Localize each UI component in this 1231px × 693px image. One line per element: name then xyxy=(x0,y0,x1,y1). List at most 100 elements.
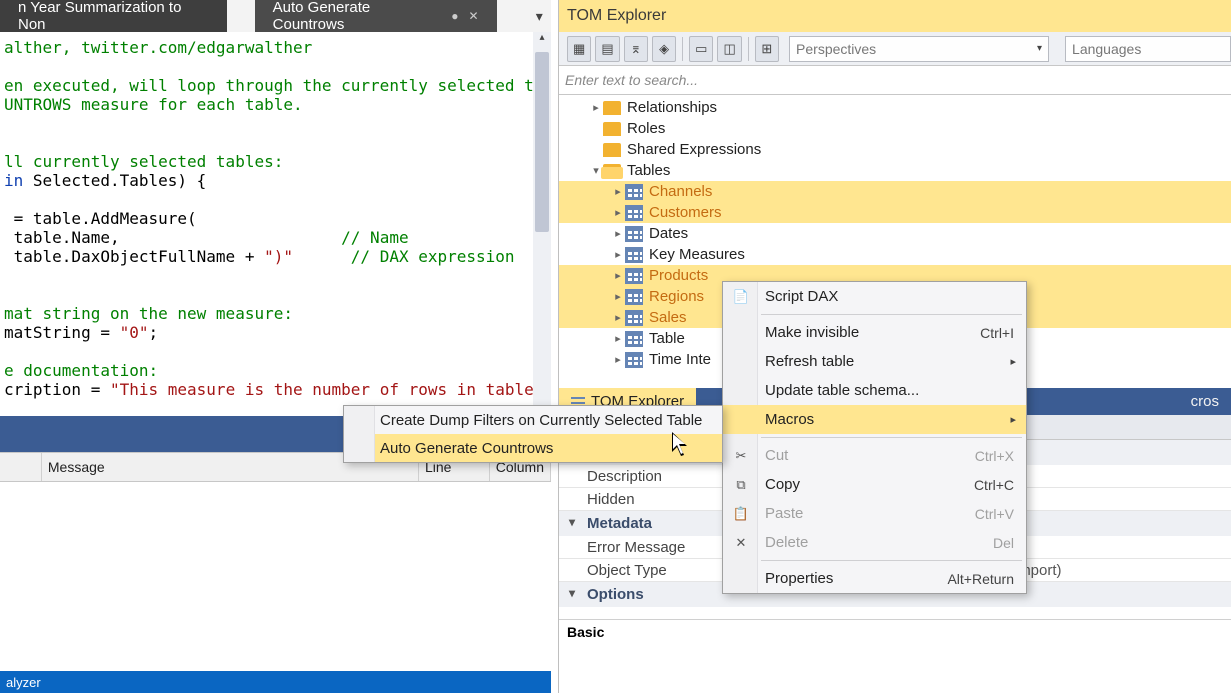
tb-folder-icon[interactable]: ▭ xyxy=(689,36,713,62)
menu-item[interactable]: Refresh table ▸ xyxy=(723,347,1026,376)
menu-item[interactable]: Update table schema... xyxy=(723,376,1026,405)
menu-separator xyxy=(761,314,1022,315)
tb-cube-icon[interactable]: ◈ xyxy=(652,36,676,62)
languages-dropdown[interactable]: Languages xyxy=(1065,36,1231,62)
expand-icon[interactable]: ▸ xyxy=(589,101,603,114)
script-icon: 📄 xyxy=(733,289,749,305)
tree-row[interactable]: ▸Key Measures xyxy=(559,244,1231,265)
paste-icon: 📋 xyxy=(733,506,749,522)
toolbar-separator xyxy=(682,37,683,61)
editor-tabs-overflow[interactable]: ▾ xyxy=(528,0,551,32)
expand-icon[interactable]: ▸ xyxy=(611,206,625,219)
folder-icon xyxy=(603,143,621,157)
expand-icon[interactable]: ▸ xyxy=(611,185,625,198)
table-icon xyxy=(625,247,643,263)
menu-item-label: Paste xyxy=(765,505,803,522)
folder-open-icon xyxy=(603,164,621,178)
submenu-item[interactable]: Create Dump Filters on Currently Selecte… xyxy=(344,406,722,434)
tree-row[interactable]: ▸ Relationships xyxy=(559,97,1231,118)
editor-tab-1-dirty-icon: ● xyxy=(451,9,458,23)
menu-item-shortcut: Ctrl+C xyxy=(974,477,1014,493)
status-tab[interactable]: alyzer xyxy=(6,675,41,690)
tree-row[interactable]: Shared Expressions xyxy=(559,139,1231,160)
editor-tab-1-close-icon[interactable]: ✕ xyxy=(468,9,478,23)
editor-tab-1[interactable]: Auto Generate Countrows ● ✕ xyxy=(255,0,497,32)
props-footer: Basic xyxy=(559,619,1231,660)
menu-item-shortcut: Ctrl+X xyxy=(975,448,1014,464)
menu-separator xyxy=(761,560,1022,561)
tree-item-label: Shared Expressions xyxy=(627,141,761,158)
tree-item-label: Roles xyxy=(627,120,665,137)
explorer-title: TOM Explorer xyxy=(559,0,1231,32)
chevron-down-icon: ▾ xyxy=(1037,43,1042,54)
table-icon xyxy=(625,331,643,347)
expand-icon[interactable]: ▸ xyxy=(611,248,625,261)
folder-icon xyxy=(603,122,621,136)
scroll-thumb[interactable] xyxy=(535,52,549,232)
perspectives-dropdown[interactable]: Perspectives ▾ xyxy=(789,36,1049,62)
table-icon xyxy=(625,226,643,242)
tree-item-label: Customers xyxy=(649,204,722,221)
editor-tab-1-label: Auto Generate Countrows xyxy=(273,0,442,33)
explorer-search-input[interactable]: Enter text to search... xyxy=(559,66,1231,95)
table-icon xyxy=(625,310,643,326)
tab-macros[interactable]: cros xyxy=(1179,388,1231,415)
menu-item[interactable]: 📄Script DAX xyxy=(723,282,1026,311)
menu-item-label: Refresh table xyxy=(765,353,854,370)
menu-separator xyxy=(761,437,1022,438)
code-editor[interactable]: alther, twitter.com/edgarwalther en exec… xyxy=(0,32,551,415)
menu-item-shortcut: Del xyxy=(993,535,1014,551)
menu-item[interactable]: ⧉CopyCtrl+C xyxy=(723,470,1026,499)
tree-item-label: Products xyxy=(649,267,708,284)
editor-pane: n Year Summarization to Non Auto Generat… xyxy=(0,0,551,693)
table-icon xyxy=(625,289,643,305)
tree-row[interactable]: ▸ Channels xyxy=(559,181,1231,202)
tb-edit-icon[interactable]: ◫ xyxy=(717,36,741,62)
menu-item-label: Cut xyxy=(765,447,788,464)
expand-icon[interactable]: ▸ xyxy=(611,227,625,240)
tb-hierarchy-icon[interactable]: ⌆ xyxy=(624,36,648,62)
menu-item[interactable]: PropertiesAlt+Return xyxy=(723,564,1026,593)
expand-icon[interactable]: ▸ xyxy=(611,290,625,303)
menu-item-label: Copy xyxy=(765,476,800,493)
expand-icon[interactable]: ▸ xyxy=(611,353,625,366)
menu-item-label: Delete xyxy=(765,534,808,551)
tree-item-label: Relationships xyxy=(627,99,717,116)
tree-row[interactable]: ▸ Customers xyxy=(559,202,1231,223)
tb-columns-icon[interactable]: ▦ xyxy=(567,36,591,62)
table-icon xyxy=(625,184,643,200)
col-icon[interactable] xyxy=(0,453,42,481)
menu-item: ✂CutCtrl+X xyxy=(723,441,1026,470)
menu-item[interactable]: Make invisibleCtrl+I xyxy=(723,318,1026,347)
tree-item-label: Tables xyxy=(627,162,670,179)
tree-row[interactable]: ▾Tables xyxy=(559,160,1231,181)
toolbar-separator-2 xyxy=(748,37,749,61)
statusbar: alyzer xyxy=(0,671,551,693)
editor-tab-0[interactable]: n Year Summarization to Non xyxy=(0,0,227,32)
menu-item-label: Make invisible xyxy=(765,324,859,341)
folder-icon xyxy=(603,101,621,115)
expand-icon[interactable]: ▸ xyxy=(611,332,625,345)
explorer-toolbar: ▦ ▤ ⌆ ◈ ▭ ◫ ⊞ Perspectives ▾ Languages xyxy=(559,32,1231,66)
menu-item[interactable]: Macros▸ xyxy=(723,405,1026,434)
tree-item-label: Table xyxy=(649,330,685,347)
table-icon xyxy=(625,205,643,221)
submenu-arrow-icon: ▸ xyxy=(1010,355,1016,368)
tb-measures-icon[interactable]: ▤ xyxy=(595,36,619,62)
table-icon xyxy=(625,268,643,284)
expand-icon[interactable]: ▸ xyxy=(611,269,625,282)
tree-row[interactable]: ▸Dates xyxy=(559,223,1231,244)
delete-icon: ✕ xyxy=(733,535,749,551)
editor-vscrollbar[interactable]: ▴ ▾ xyxy=(533,32,551,415)
expand-icon[interactable]: ▸ xyxy=(611,311,625,324)
tree-item-label: Channels xyxy=(649,183,712,200)
tree-item-label: Time Inte xyxy=(649,351,711,368)
tree-row[interactable]: Roles xyxy=(559,118,1231,139)
editor-tabs: n Year Summarization to Non Auto Generat… xyxy=(0,0,551,33)
scroll-up-icon[interactable]: ▴ xyxy=(533,32,551,43)
tb-layout-icon[interactable]: ⊞ xyxy=(755,36,779,62)
macros-submenu[interactable]: Create Dump Filters on Currently Selecte… xyxy=(343,405,723,463)
context-menu[interactable]: 📄Script DAXMake invisibleCtrl+IRefresh t… xyxy=(722,281,1027,594)
submenu-item[interactable]: Auto Generate Countrows xyxy=(344,434,722,462)
tree-item-label: Sales xyxy=(649,309,687,326)
